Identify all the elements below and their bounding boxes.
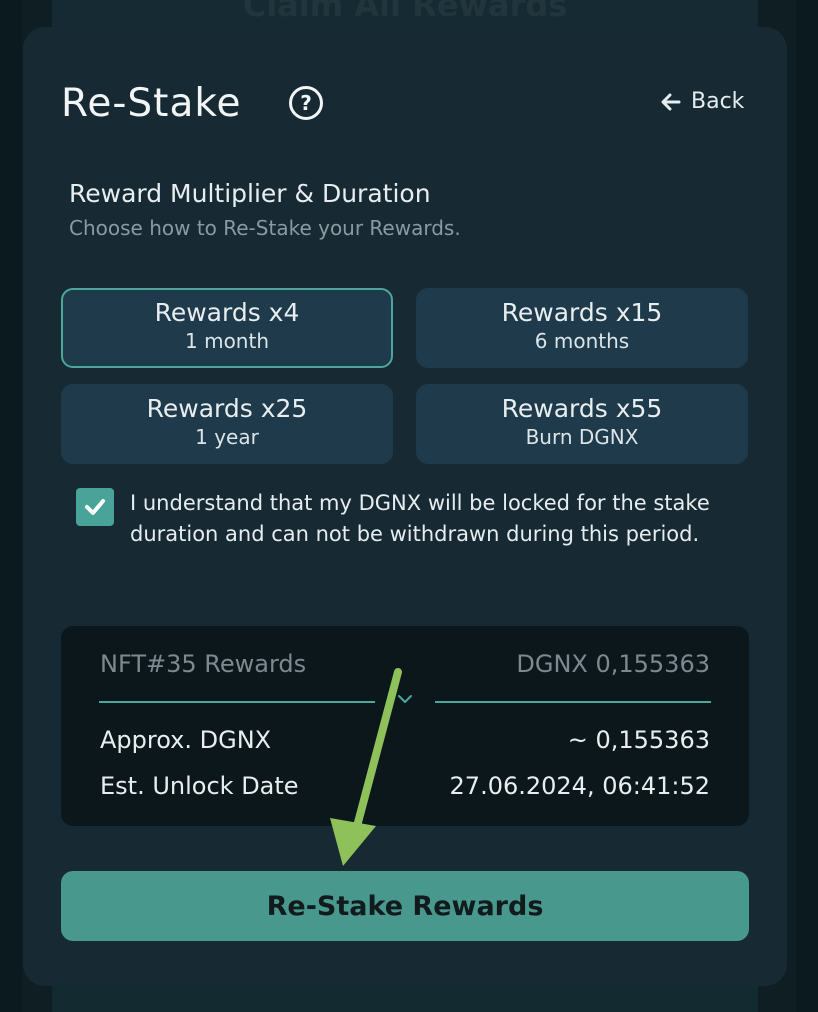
- option-label: Rewards x4: [154, 298, 300, 327]
- background-left-edge: [0, 0, 22, 1012]
- checkmark-icon: [85, 499, 105, 515]
- option-label: Rewards x15: [501, 298, 663, 327]
- option-duration: 1 year: [195, 425, 259, 449]
- background-claim-button: Claim All Rewards: [52, 0, 758, 30]
- option-label: Rewards x55: [501, 394, 663, 423]
- back-button[interactable]: Back: [661, 89, 744, 114]
- option-label: Rewards x25: [146, 394, 308, 423]
- background-right-edge: [796, 0, 818, 1012]
- restake-rewards-button[interactable]: Re-Stake Rewards: [61, 871, 749, 941]
- nft-rewards-value: DGNX 0,155363: [516, 650, 710, 678]
- unlock-date-label: Est. Unlock Date: [100, 772, 299, 800]
- restake-modal: Re-Stake ? Back Reward Multiplier & Dura…: [23, 27, 787, 986]
- divider-left: [99, 701, 375, 703]
- question-circle-icon[interactable]: ?: [289, 86, 323, 120]
- approx-dgnx-value: ~ 0,155363: [567, 726, 710, 754]
- option-duration: 6 months: [534, 329, 630, 353]
- chevron-down-icon[interactable]: [395, 692, 415, 706]
- unlock-date-value: 27.06.2024, 06:41:52: [449, 772, 710, 800]
- modal-title: Re-Stake: [61, 81, 242, 126]
- agreement-text: I understand that my DGNX will be locked…: [130, 491, 710, 546]
- summary-panel: NFT#35 Rewards DGNX 0,155363 Approx. DGN…: [61, 626, 749, 826]
- section-title: Reward Multiplier & Duration: [69, 179, 431, 208]
- background-bottom-strip: [52, 986, 758, 1012]
- background-claim-label: Claim All Rewards: [242, 0, 568, 24]
- divider-right: [435, 701, 711, 703]
- back-label: Back: [691, 89, 745, 114]
- nft-rewards-label: NFT#35 Rewards: [100, 650, 307, 678]
- agreement-checkbox[interactable]: [76, 488, 114, 526]
- option-rewards-x4[interactable]: Rewards x4 1 month: [61, 288, 393, 368]
- option-rewards-x25[interactable]: Rewards x25 1 year: [61, 384, 393, 464]
- arrow-left-icon: [661, 93, 681, 110]
- section-subtitle: Choose how to Re-Stake your Rewards.: [69, 216, 461, 240]
- option-duration: Burn DGNX: [525, 425, 639, 449]
- option-rewards-x55[interactable]: Rewards x55 Burn DGNX: [416, 384, 748, 464]
- option-rewards-x15[interactable]: Rewards x15 6 months: [416, 288, 748, 368]
- approx-dgnx-label: Approx. DGNX: [100, 726, 272, 754]
- option-duration: 1 month: [185, 329, 269, 353]
